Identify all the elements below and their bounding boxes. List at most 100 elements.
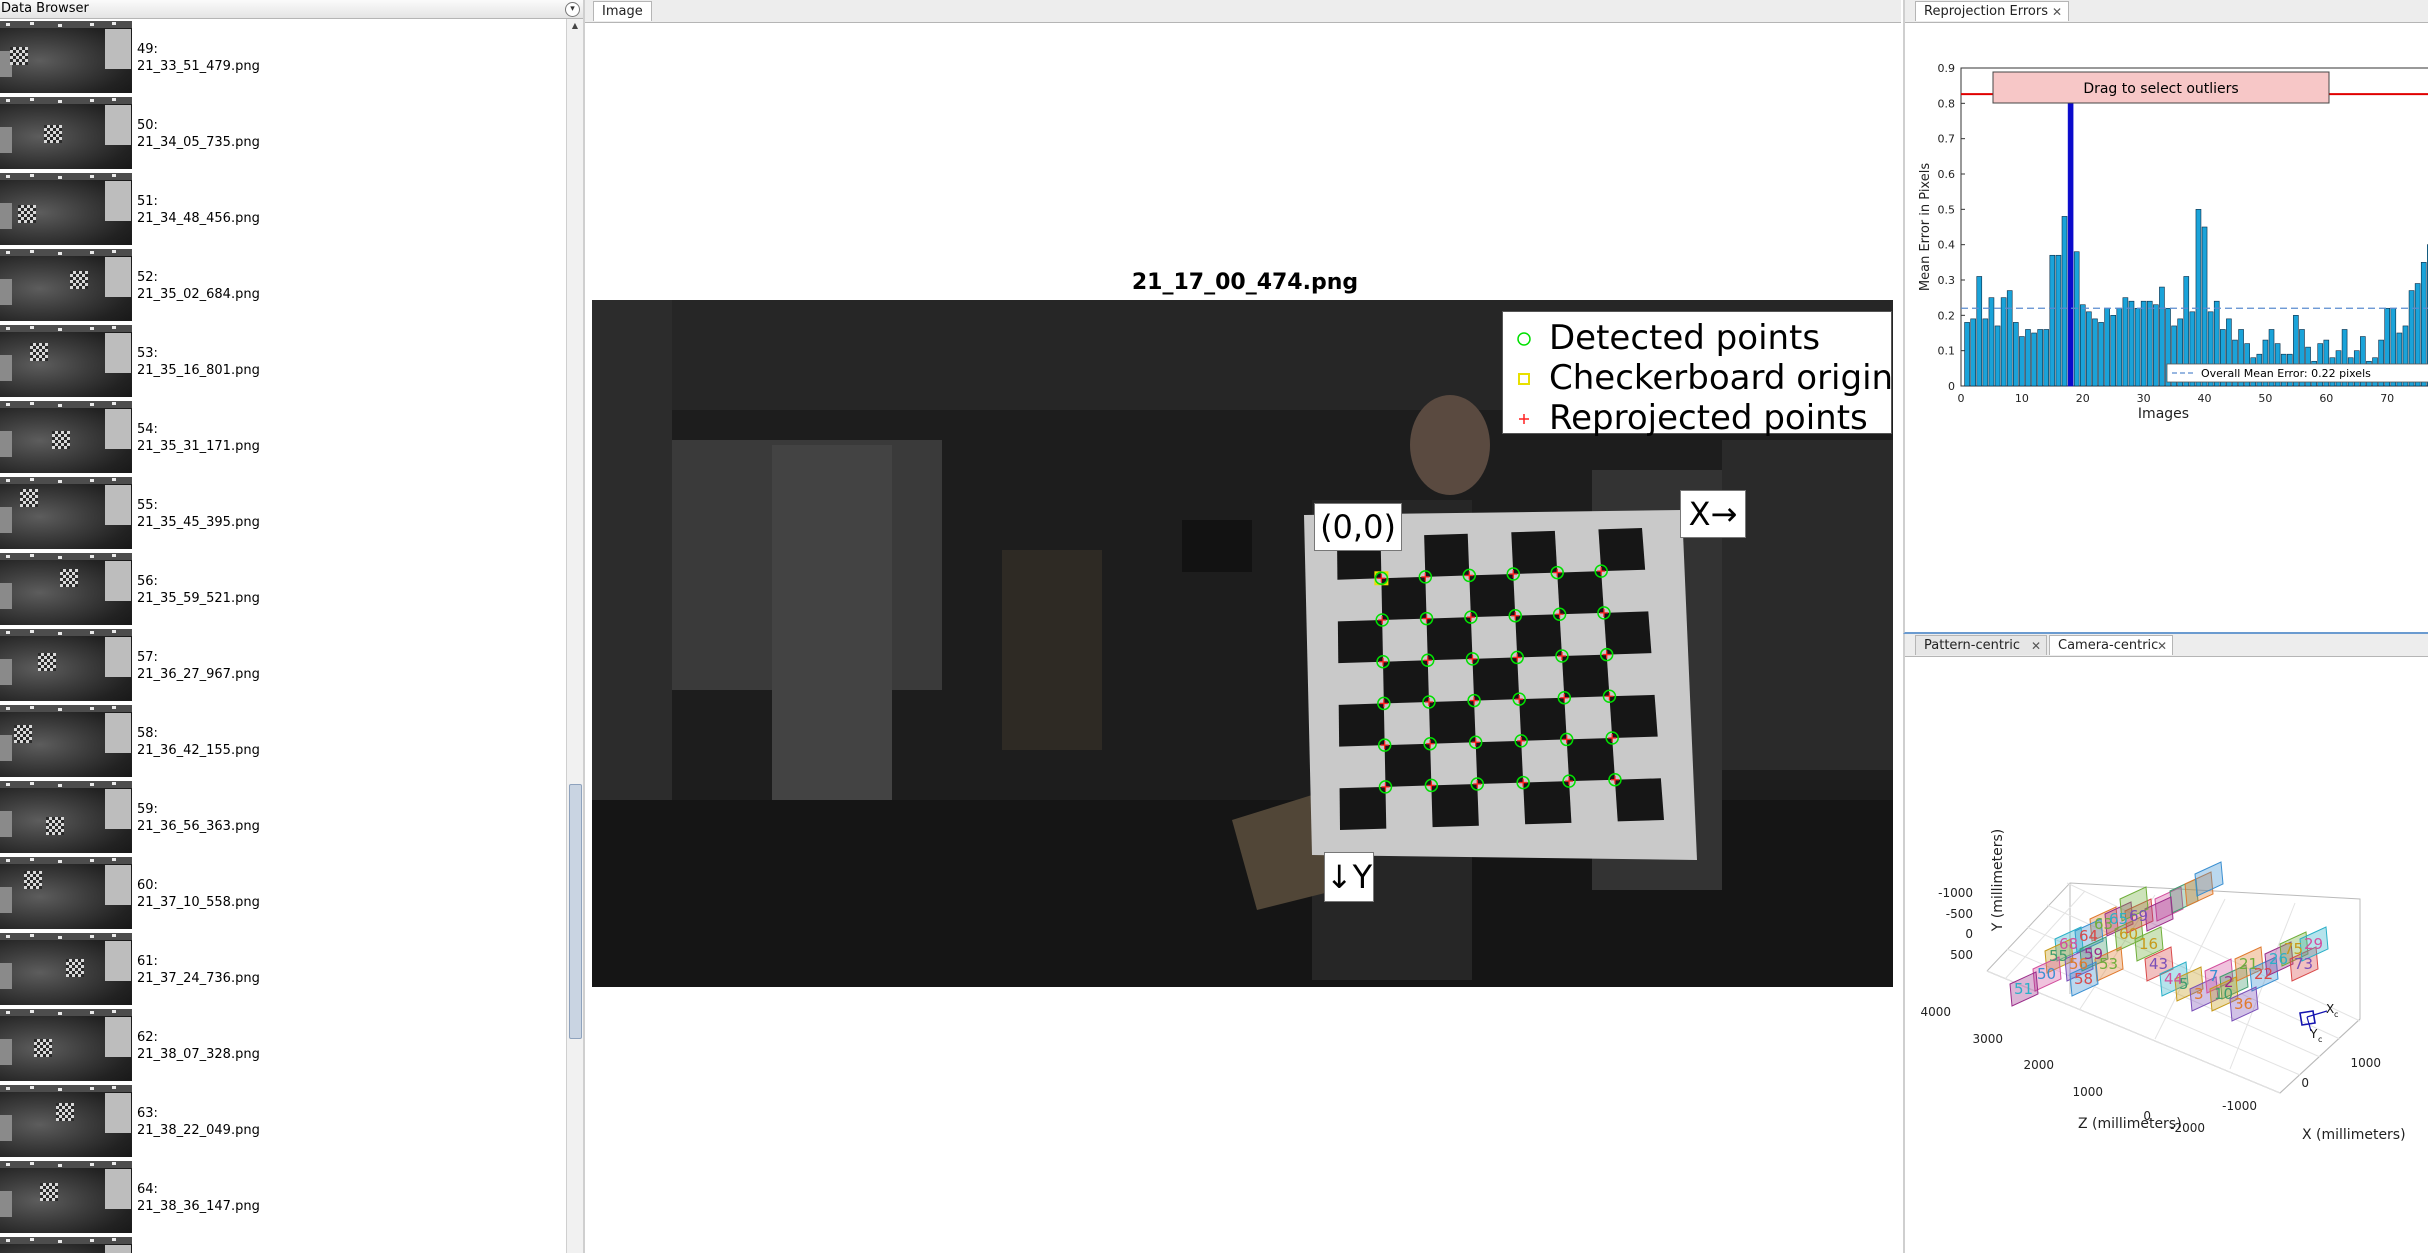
monitor: [1182, 520, 1252, 572]
checker-square: [1428, 700, 1476, 744]
board-label: 73: [2294, 955, 2313, 973]
panel-menu-icon[interactable]: ▾: [565, 2, 580, 17]
x-tick-label: -1000: [2222, 1099, 2257, 1113]
error-bar: [2195, 209, 2202, 387]
checker-square: [1511, 530, 1558, 574]
checkerboard: [1304, 510, 1697, 860]
close-icon[interactable]: ✕: [2157, 636, 2167, 656]
image-thumbnail: [0, 1161, 132, 1233]
checker-square: [1469, 574, 1516, 618]
image-filename: 21_37_10_558.png: [137, 895, 260, 910]
image-index: 60:: [137, 878, 158, 893]
board-label: 7: [2209, 967, 2219, 985]
close-icon[interactable]: ✕: [2052, 2, 2062, 22]
y-tick-label: 500: [1950, 948, 1973, 962]
x-tick-label: 30: [2137, 392, 2151, 405]
outlier-selection-label: Drag to select outliers: [2083, 81, 2238, 97]
board-label: 29: [2304, 935, 2323, 953]
checker-square: [1475, 740, 1524, 784]
calibration-image: Detected points Checkerboard origin Repr…: [592, 300, 1893, 987]
door: [772, 445, 892, 815]
right-wall: [1722, 440, 1893, 770]
error-bar: [2098, 322, 2104, 387]
checker-square: [1515, 614, 1562, 658]
list-item[interactable]: 54: 21_35_31_171.png: [0, 399, 566, 475]
image-index: 61:: [137, 954, 158, 969]
image-index: 59:: [137, 802, 158, 817]
list-item[interactable]: 51: 21_34_48_456.png: [0, 171, 566, 247]
z-axis-label: Z (millimeters): [2078, 1116, 2182, 1132]
scroll-up-icon[interactable]: ▲: [567, 19, 583, 33]
list-item[interactable]: 64: 21_38_36_147.png: [0, 1159, 566, 1235]
list-item[interactable]: 50: 21_34_05_735.png: [0, 95, 566, 171]
checker-square: [1426, 617, 1473, 661]
x-tick-label: 70: [2380, 392, 2394, 405]
image-thumbnail: [0, 1085, 132, 1157]
person-head: [1410, 395, 1490, 495]
image-filename: 21_35_59_521.png: [137, 591, 260, 606]
error-bar: [2146, 300, 2153, 387]
error-bar: [2006, 290, 2013, 387]
list-item[interactable]: 60: 21_37_10_558.png: [0, 855, 566, 931]
list-item[interactable]: 59: 21_36_56_363.png: [0, 779, 566, 855]
image-thumbnail: [0, 781, 132, 853]
list-item[interactable]: 52: 21_35_02_684.png: [0, 247, 566, 323]
board-label: 55: [2049, 947, 2068, 965]
list-item[interactable]: 63: 21_38_22_049.png: [0, 1083, 566, 1159]
list-item[interactable]: 57: 21_36_27_967.png: [0, 627, 566, 703]
error-bar: [2000, 297, 2007, 387]
tab-reprojection-errors[interactable]: Reprojection Errors ✕: [1915, 1, 2069, 21]
error-bar: [1994, 325, 2001, 387]
error-bar: [2153, 304, 2159, 387]
camera-centric-3d-plot[interactable]: Y (millimeters) Z (millimeters) X (milli…: [1905, 659, 2428, 1253]
reprojection-error-chart[interactable]: 0 0.1 0.2 0.3 0.4 0.5 0.6 0.7 0.8 0.9 0 10 20 30 40 50 6…: [1905, 23, 2428, 629]
z-tick-label: 1000: [2072, 1085, 2103, 1099]
shelf: [1002, 550, 1102, 750]
image-tabbar: Image: [585, 0, 1901, 23]
list-item[interactable]: 56: 21_35_59_521.png: [0, 551, 566, 627]
y-tick-label: 0.5: [1938, 203, 1956, 216]
scrollbar-thumb[interactable]: [569, 784, 582, 1039]
error-bar: [2110, 315, 2117, 387]
tab-pattern-centric[interactable]: Pattern-centric ✕: [1915, 635, 2047, 655]
checker-square: [1431, 784, 1479, 828]
tab-image[interactable]: Image: [593, 1, 652, 21]
image-thumbnail: [0, 21, 132, 93]
error-bar: [2037, 329, 2043, 387]
close-icon[interactable]: ✕: [2031, 636, 2041, 656]
data-browser-title: Data Browser: [1, 1, 89, 16]
extrinsics-tabbar: Pattern-centric ✕ Camera-centric ✕: [1905, 634, 2428, 657]
board-label: 53: [2099, 955, 2118, 973]
checker-square: [1338, 703, 1385, 747]
checker-square: [1472, 657, 1520, 701]
list-item[interactable]: 53: 21_35_16_801.png: [0, 323, 566, 399]
error-bar: [2019, 336, 2025, 387]
x-tick-label: 1000: [2350, 1056, 2381, 1070]
image-thumbnail: [0, 705, 132, 777]
board-label: 60: [2119, 925, 2138, 943]
image-index: 56:: [137, 574, 158, 589]
image-thumbnail: [0, 1237, 132, 1253]
board-label: 69: [2129, 907, 2148, 925]
browser-scrollbar[interactable]: ▲: [566, 19, 583, 1253]
error-bar: [2122, 297, 2129, 387]
checker-square: [1339, 786, 1387, 830]
checker-square: [1424, 533, 1470, 577]
list-item[interactable]: 49: 21_33_51_479.png: [0, 19, 566, 95]
image-index: 58:: [137, 726, 158, 741]
y-axis-label: Mean Error in Pixels: [1918, 163, 1933, 291]
list-item[interactable]: 55: 21_35_45_395.png: [0, 475, 566, 551]
list-item[interactable]: 61: 21_37_24_736.png: [0, 931, 566, 1007]
error-bar: [2104, 307, 2110, 387]
image-thumbnail: [0, 629, 132, 701]
y-tick-label: 0.6: [1938, 168, 1956, 181]
list-item[interactable]: 58: 21_36_42_155.png: [0, 703, 566, 779]
list-item[interactable]: 62: 21_38_07_328.png: [0, 1007, 566, 1083]
x-tick-label: 50: [2258, 392, 2272, 405]
tab-camera-centric[interactable]: Camera-centric ✕: [2049, 635, 2173, 655]
checker-square: [1598, 528, 1646, 572]
y-tick-label: 0.3: [1938, 274, 1956, 287]
x-tick-label: 0: [2301, 1076, 2309, 1090]
image-index: 64:: [137, 1182, 158, 1197]
list-item[interactable]: [0, 1235, 566, 1253]
